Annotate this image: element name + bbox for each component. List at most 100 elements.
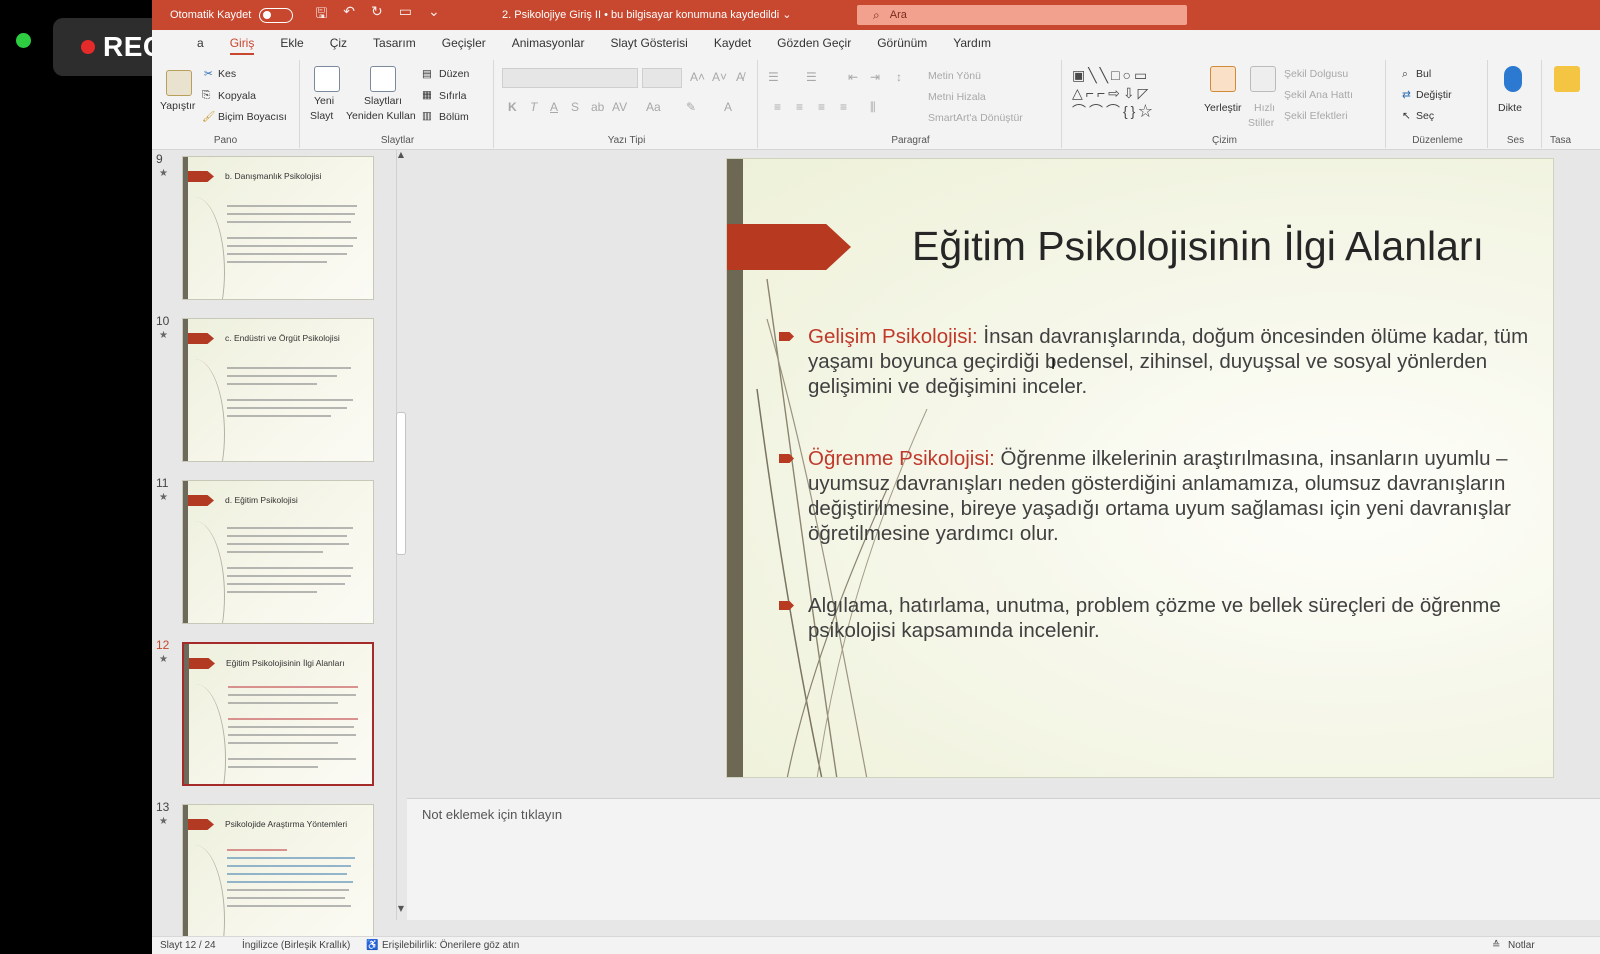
decrease-indent-icon[interactable]: ⇤ [848,70,858,84]
highlight-icon[interactable]: ✎ [686,100,696,114]
save-icon[interactable]: 🖫 [315,3,327,27]
tab-record[interactable]: Kaydet [701,36,764,58]
strikethrough-icon[interactable]: ab [591,100,604,114]
text-direction-button[interactable]: Metin Yönü [928,70,981,82]
microphone-icon[interactable] [1504,66,1522,92]
language-indicator[interactable]: İngilizce (Birleşik Krallık) [242,940,350,951]
format-painter-button[interactable]: Biçim Boyacısı [218,111,287,123]
quick-styles-icon[interactable] [1250,66,1276,92]
shadow-icon[interactable]: S [571,100,579,114]
paste-button[interactable]: Yapıştır [160,100,195,112]
replace-button[interactable]: Değiştir [1416,89,1452,101]
scrollbar-handle[interactable] [396,412,406,555]
notes-pane[interactable]: Not eklemek için tıklayın [407,798,1600,920]
tab-file[interactable]: a [184,36,217,58]
thumbnails-scrollbar[interactable]: ▲ ▼ [395,150,407,920]
align-center-icon[interactable]: ≡ [796,100,803,114]
select-button[interactable]: Seç [1416,110,1434,122]
reuse-slides-icon[interactable] [370,66,396,92]
document-title[interactable]: 2. Psikolojiye Giriş II • bu bilgisayar … [502,8,791,21]
columns-icon[interactable]: ⫼ [870,100,876,115]
undo-icon[interactable]: ↶ [343,3,355,27]
underline-icon[interactable]: A [550,100,558,114]
thumbnail-row[interactable]: 10 ★ c. Endüstri ve Örgüt Psikolojisi [152,314,392,464]
justify-icon[interactable]: ≡ [840,100,847,114]
shape-outline-button[interactable]: Şekil Ana Hattı [1284,89,1353,101]
tab-transitions[interactable]: Geçişler [429,36,499,58]
cut-button[interactable]: Kes [218,68,236,80]
tab-help[interactable]: Yardım [940,36,1004,58]
accessibility-icon: ♿ [366,940,379,951]
smartart-button[interactable]: SmartArt'a Dönüştür [928,112,1023,124]
slide-thumbnail[interactable]: d. Eğitim Psikolojisi [182,480,374,624]
thumbnail-row[interactable]: 9 ★ b. Danışmanlık Psikolojisi [152,152,392,302]
new-slide-icon[interactable] [314,66,340,92]
change-case-icon[interactable]: Aa [646,100,661,114]
tab-home[interactable]: Giriş [217,36,268,58]
thumbnail-row[interactable]: 11 ★ d. Eğitim Psikolojisi [152,476,392,626]
char-spacing-icon[interactable]: AV [612,100,627,114]
tab-insert[interactable]: Ekle [267,36,316,58]
increase-indent-icon[interactable]: ⇥ [870,70,880,84]
reuse-slides-label-2[interactable]: Yeniden Kullan [346,110,416,122]
reuse-slides-label-1[interactable]: Slaytları [364,95,402,107]
bullet-item[interactable]: Algılama, hatırlama, unutma, problem çöz… [779,593,1539,643]
tab-animations[interactable]: Animasyonlar [499,36,598,58]
clear-formatting-icon[interactable]: A̸ [736,70,744,84]
section-button[interactable]: Bölüm [439,111,469,123]
tab-design[interactable]: Tasarım [360,36,429,58]
arrange-button[interactable]: Yerleştir [1204,102,1242,114]
quick-styles-label-2[interactable]: Stiller [1248,117,1274,129]
font-size-combo[interactable] [642,68,682,88]
bold-icon[interactable]: K [508,100,517,114]
align-text-button[interactable]: Metni Hizala [928,91,986,103]
new-slide-label-2[interactable]: Slayt [310,110,333,122]
line-spacing-icon[interactable]: ↕ [896,70,902,84]
slide-title[interactable]: Eğitim Psikolojisinin İlgi Alanları [912,221,1532,271]
decrease-font-icon[interactable]: A˅ [712,70,727,84]
copy-button[interactable]: Kopyala [218,90,256,102]
increase-font-icon[interactable]: A˄ [690,70,705,84]
customize-qat-icon[interactable]: ⌄ [428,3,440,27]
tab-review[interactable]: Gözden Geçir [764,36,864,58]
slide-canvas[interactable]: Eğitim Psikolojisinin İlgi Alanları Geli… [726,158,1554,778]
numbering-icon[interactable]: ☰ [806,70,817,84]
scroll-up-arrow-icon[interactable]: ▲ [396,150,406,160]
shapes-gallery[interactable]: ▣╲╲□○▭ △⌐⌐⇨⇩◸ ⌒⌒⌒{}☆ [1072,66,1194,122]
font-color-icon[interactable]: A [724,100,732,114]
slide-thumbnail[interactable]: c. Endüstri ve Örgüt Psikolojisi [182,318,374,462]
redo-icon[interactable]: ↻ [371,3,383,27]
present-icon[interactable]: ▭ [399,3,412,27]
tab-draw[interactable]: Çiz [317,36,360,58]
thumbnail-row[interactable]: 13 ★ Psikolojide Araştırma Yöntemleri [152,800,392,950]
bullets-icon[interactable]: ☰ [768,70,779,84]
shape-effects-button[interactable]: Şekil Efektleri [1284,110,1348,122]
shape-fill-button[interactable]: Şekil Dolgusu [1284,68,1348,80]
quick-styles-label-1[interactable]: Hızlı [1254,102,1275,114]
search-input[interactable]: ⌕ Ara [857,5,1187,25]
scroll-down-arrow-icon[interactable]: ▼ [396,904,406,914]
find-button[interactable]: Bul [1416,68,1431,80]
paste-icon[interactable] [166,70,192,96]
layout-button[interactable]: Düzen [439,68,469,80]
slide-thumbnail[interactable]: b. Danışmanlık Psikolojisi [182,156,374,300]
slide-thumbnail[interactable]: Eğitim Psikolojisinin İlgi Alanları [182,642,374,786]
thumbnail-row-selected[interactable]: 12 ★ Eğitim Psikolojisinin İlgi Alanları [152,638,392,788]
accessibility-status[interactable]: Erişilebilirlik: Önerilere göz atın [382,940,519,951]
tab-view[interactable]: Görünüm [864,36,940,58]
dictate-button[interactable]: Dikte [1498,102,1522,114]
autosave-toggle[interactable] [259,7,294,23]
bullet-item[interactable]: Gelişim Psikolojisi: İnsan davranışların… [779,324,1539,399]
align-right-icon[interactable]: ≡ [818,100,825,114]
font-name-combo[interactable] [502,68,638,88]
arrange-icon[interactable] [1210,66,1236,92]
bullet-item[interactable]: Öğrenme Psikolojisi: Öğrenme ilkelerinin… [779,446,1539,546]
tab-slideshow[interactable]: Slayt Gösterisi [597,36,700,58]
new-slide-label-1[interactable]: Yeni [314,95,334,107]
reset-button[interactable]: Sıfırla [439,90,466,102]
notes-button[interactable]: Notlar [1508,940,1535,951]
align-left-icon[interactable]: ≡ [774,100,781,114]
slide-thumbnail[interactable]: Psikolojide Araştırma Yöntemleri [182,804,374,948]
italic-icon[interactable]: T [530,100,537,114]
designer-icon[interactable] [1554,66,1580,92]
